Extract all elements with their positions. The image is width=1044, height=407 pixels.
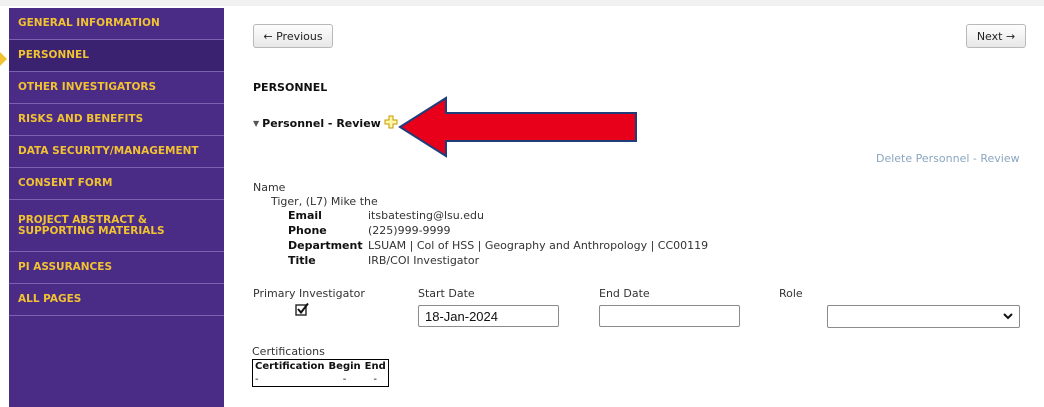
primary-investigator-checkbox[interactable]	[295, 302, 309, 316]
sidebar-item-personnel[interactable]: PERSONNEL	[9, 40, 224, 72]
title-value: IRB/COI Investigator	[368, 254, 480, 267]
active-page-indicator-icon	[0, 52, 7, 66]
annotation-arrow-icon	[398, 96, 637, 158]
column-header: Begin	[328, 361, 361, 372]
email-label: Email	[288, 209, 322, 222]
sidebar-item-all-pages[interactable]: ALL PAGES	[9, 284, 224, 316]
subsection-title: Personnel - Review	[262, 117, 381, 130]
table-cell: -	[373, 374, 378, 385]
end-date-input[interactable]	[599, 305, 740, 327]
next-button[interactable]: Next →	[966, 24, 1026, 48]
phone-label: Phone	[288, 224, 327, 237]
start-date-input[interactable]	[418, 305, 559, 327]
certifications-label: Certifications	[252, 345, 325, 358]
sidebar-item-pi-assurances[interactable]: PI ASSURANCES	[9, 252, 224, 284]
name-label: Name	[253, 181, 286, 194]
collapse-triangle-icon: ▼	[253, 119, 260, 128]
top-border	[0, 0, 1044, 6]
sidebar-item-other-investigators[interactable]: OTHER INVESTIGATORS	[9, 72, 224, 104]
column-header: End	[364, 361, 386, 372]
sidebar-item-data-security[interactable]: DATA SECURITY/MANAGEMENT	[9, 136, 224, 168]
title-label: Title	[288, 254, 316, 267]
chevron-down-icon	[1003, 313, 1013, 320]
sidebar-item-label: OTHER INVESTIGATORS	[18, 81, 157, 93]
sidebar-item-risks-and-benefits[interactable]: RISKS AND BENEFITS	[9, 104, 224, 136]
end-date-label: End Date	[599, 287, 650, 300]
department-value: LSUAM | Col of HSS | Geography and Anthr…	[368, 239, 709, 252]
email-value: itsbatesting@lsu.edu	[368, 209, 484, 222]
subsection-toggle[interactable]: ▼ Personnel - Review	[253, 114, 398, 133]
page-title: PERSONNEL	[253, 81, 328, 94]
add-plus-icon[interactable]	[384, 114, 398, 133]
delete-personnel-link[interactable]: Delete Personnel - Review	[876, 152, 1020, 165]
certifications-table: Certification Begin End - - -	[252, 359, 389, 387]
previous-button[interactable]: ← Previous	[253, 24, 333, 48]
table-cell: -	[255, 374, 259, 385]
sidebar-item-general-information[interactable]: GENERAL INFORMATION	[9, 8, 224, 40]
sidebar-item-label: RISKS AND BENEFITS	[18, 113, 144, 125]
sidebar-nav: GENERAL INFORMATION PERSONNEL OTHER INVE…	[9, 8, 224, 407]
phone-value: (225)999-9999	[368, 224, 451, 237]
sidebar-item-label: ALL PAGES	[18, 293, 82, 305]
role-select[interactable]	[827, 305, 1020, 328]
sidebar-item-label: PERSONNEL	[18, 49, 89, 61]
primary-investigator-label: Primary Investigator	[253, 287, 365, 300]
sidebar-item-label: PROJECT ABSTRACT & SUPPORTING MATERIALS	[18, 213, 165, 237]
sidebar-item-consent-form[interactable]: CONSENT FORM	[9, 168, 224, 200]
role-label: Role	[779, 287, 803, 300]
person-name: Tiger, (L7) Mike the	[271, 195, 378, 208]
sidebar-item-label: PI ASSURANCES	[18, 261, 113, 273]
column-header: Certification	[255, 361, 325, 372]
table-row: - - -	[253, 373, 389, 387]
table-header-row: Certification Begin End	[253, 360, 389, 374]
table-cell: -	[342, 374, 347, 385]
department-label: Department	[288, 239, 363, 252]
sidebar-item-label: GENERAL INFORMATION	[18, 17, 160, 29]
sidebar-item-label: DATA SECURITY/MANAGEMENT	[18, 145, 199, 157]
sidebar-item-label: CONSENT FORM	[18, 177, 113, 189]
start-date-label: Start Date	[418, 287, 475, 300]
sidebar-item-project-abstract[interactable]: PROJECT ABSTRACT & SUPPORTING MATERIALS	[9, 200, 224, 252]
checkbox-checked-icon	[295, 302, 309, 316]
